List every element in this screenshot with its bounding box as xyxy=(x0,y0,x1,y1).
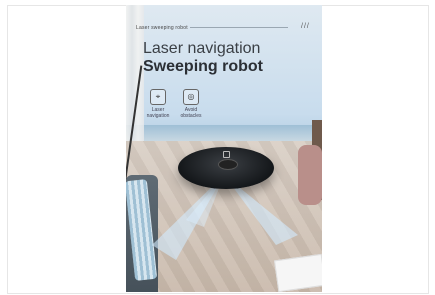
feature-label: Avoid obstacles xyxy=(180,107,202,119)
location-pin-icon: ⌖ xyxy=(150,89,166,105)
robot-vacuum xyxy=(178,147,274,189)
header-divider xyxy=(190,27,288,28)
poster-title-line1: Laser navigation xyxy=(143,40,261,57)
feature-avoid-obstacles: ◎ Avoid obstacles xyxy=(171,89,211,119)
header-dots: /// xyxy=(301,23,310,30)
poster-top-label: Laser sweeping robot xyxy=(136,25,188,31)
poster-title-line2: Sweeping robot xyxy=(143,58,263,75)
robot-sensor-icon: ◎ xyxy=(183,89,199,105)
robot-indicator-icon xyxy=(223,151,230,158)
lidar-turret xyxy=(218,159,238,170)
